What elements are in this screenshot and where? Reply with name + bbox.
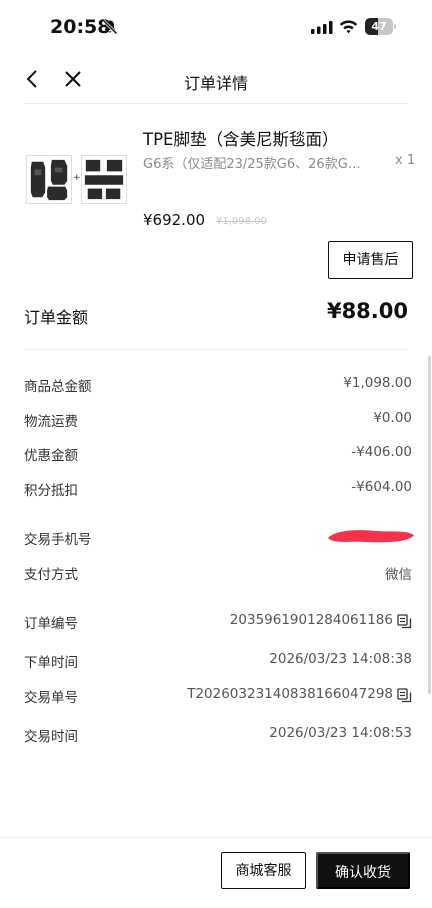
order-total-value: ¥88.00 — [326, 299, 408, 323]
amount-row: 优惠金额 -¥406.00 — [24, 444, 412, 464]
row-value: 微信 — [385, 567, 412, 583]
row-value: 2026/03/23 14:08:53 — [269, 725, 412, 741]
row-label: 商品总金额 — [24, 379, 92, 395]
cellular-signal-icon — [311, 21, 333, 34]
row-value: 2035961901284061186 — [229, 612, 393, 628]
row-value: T2026032314083816604729​8 — [187, 686, 393, 702]
row-label: 交易单号 — [24, 690, 78, 706]
transaction-time-row: 交易时间 2026/03/23 14:08:53 — [24, 725, 412, 745]
copy-icon[interactable] — [397, 614, 412, 629]
divider — [24, 349, 408, 350]
status-bar: 20:58 47 — [0, 0, 432, 56]
row-label: 交易手机号 — [24, 532, 92, 548]
product-price: ¥692.00 — [143, 211, 206, 229]
plus-icon: + — [73, 173, 81, 183]
divider — [24, 103, 408, 104]
row-label: 支付方式 — [24, 567, 78, 583]
row-value: -¥406.00 — [351, 444, 412, 460]
battery-icon: 47 — [365, 18, 397, 35]
payment-method-row: 支付方式 微信 — [24, 563, 412, 583]
row-label: 交易时间 — [24, 729, 78, 745]
transaction-number-row: 交易单号 T2026032314083816604729​8 — [24, 686, 412, 706]
row-value: ¥1,098.00 — [343, 375, 412, 391]
row-label: 优惠金额 — [24, 448, 78, 464]
order-number-row: 订单编号 2035961901284061186 — [24, 612, 412, 632]
row-label: 物流运费 — [24, 414, 78, 430]
footer-divider — [0, 837, 432, 838]
scrollbar[interactable] — [428, 356, 431, 694]
product-image[interactable] — [26, 155, 72, 204]
amount-row: 物流运费 ¥0.00 — [24, 410, 412, 430]
product-image[interactable] — [81, 155, 127, 204]
confirm-receipt-button[interactable]: 确认收货 — [316, 852, 410, 889]
product-spec: G6系（仅适配23/25款G6、26款G6纯电/增程） — [143, 157, 365, 172]
product-name[interactable]: TPE脚垫（含美尼斯毯面） — [143, 126, 338, 150]
customer-service-button[interactable]: 商城客服 — [221, 852, 306, 889]
copy-icon[interactable] — [397, 688, 412, 703]
nav-bar: 订单详情 — [0, 58, 432, 102]
product-quantity: x 1 — [395, 153, 416, 168]
row-value: 2026/03/23 14:08:38 — [269, 651, 412, 667]
wifi-icon — [339, 20, 358, 34]
row-label: 订单编号 — [24, 616, 78, 632]
row-label: 下单时间 — [24, 655, 78, 671]
row-value: -¥604.00 — [351, 479, 412, 495]
redaction-mark — [328, 530, 414, 543]
bell-slash-icon — [102, 19, 118, 35]
after-sale-button[interactable]: 申请售后 — [328, 241, 413, 279]
row-value: ¥0.00 — [373, 410, 412, 426]
amount-row: 积分抵扣 -¥604.00 — [24, 479, 412, 499]
row-label: 积分抵扣 — [24, 483, 78, 499]
amount-row: 商品总金额 ¥1,098.00 — [24, 375, 412, 395]
page-title: 订单详情 — [183, 74, 248, 93]
product-original-price: ¥1,098.00 — [216, 216, 267, 227]
battery-level: 47 — [371, 20, 387, 33]
order-time-row: 下单时间 2026/03/23 14:08:38 — [24, 651, 412, 671]
order-total-label: 订单金额 — [24, 308, 89, 327]
